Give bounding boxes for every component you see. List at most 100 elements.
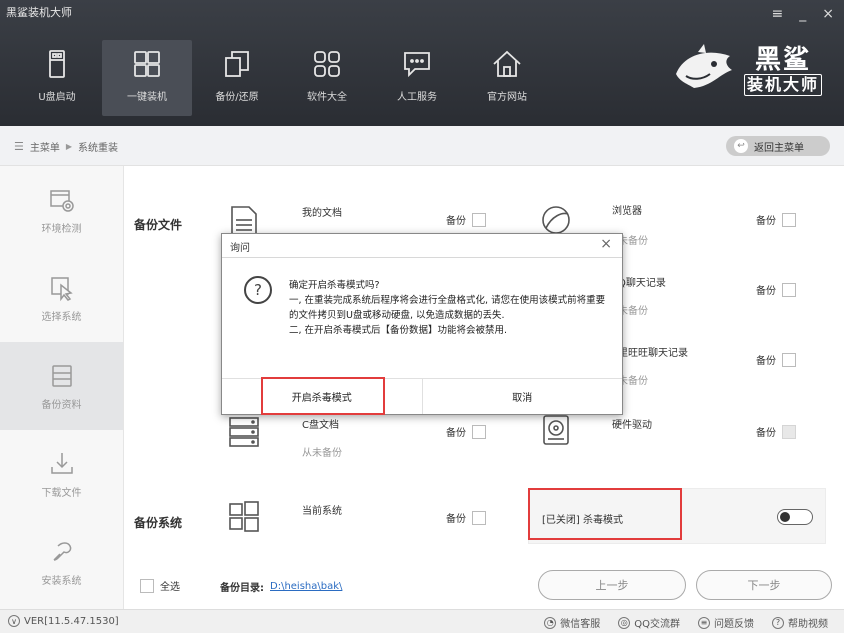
dialog-message: 确定开启杀毒模式吗? 一, 在重装完成系统后程序将会进行全盘格式化, 请您在使用… xyxy=(289,278,609,338)
wangwang-chat-checkbox[interactable] xyxy=(782,352,796,367)
brand-subtitle: 装机大师 xyxy=(743,74,822,96)
step-label: 安装系统 xyxy=(41,575,82,587)
breadcrumb: ☰ 主菜单 ▶ 系统重装 xyxy=(14,139,118,154)
hard-drive-icon xyxy=(543,415,569,445)
close-icon[interactable]: × xyxy=(822,6,834,22)
step-label: 备份资料 xyxy=(41,399,82,411)
link-label: QQ交流群 xyxy=(634,619,680,630)
backup-dir-link[interactable]: D:\heisha\bak\ xyxy=(270,581,342,592)
step-env-check[interactable]: 环境检测 xyxy=(0,166,123,254)
dialog-line-3: 二, 在开启杀毒模式后【备份数据】功能将会被禁用. xyxy=(289,325,508,336)
c-drive-docs-title: C盘文档 xyxy=(302,420,339,431)
feedback-icon: ≡ xyxy=(698,616,710,629)
nav-label: 软件大全 xyxy=(307,92,347,103)
backup-data-icon xyxy=(51,364,72,387)
link-label: 问题反馈 xyxy=(714,619,754,630)
apps-grid-icon xyxy=(314,51,340,77)
step-sidebar: 环境检测 选择系统 备份资料 下载文件 安装系统 xyxy=(0,166,124,609)
dialog-close-icon[interactable]: × xyxy=(600,236,612,252)
dialog-line-2: 一, 在重装完成系统后程序将会进行全盘格式化, 请您在使用该模式前将重要的文件拷… xyxy=(289,295,606,321)
dialog-title: 询问 xyxy=(230,243,250,254)
current-system-checkbox[interactable] xyxy=(472,510,486,525)
next-button[interactable]: 下一步 xyxy=(696,570,832,600)
step-label: 选择系统 xyxy=(41,311,82,323)
my-documents-backup: 备份 xyxy=(446,212,486,227)
highlight-antivirus xyxy=(528,488,682,540)
step-select-system[interactable]: 选择系统 xyxy=(0,254,123,342)
breadcrumb-bar: ☰ 主菜单 ▶ 系统重装 ↩ 返回主菜单 xyxy=(0,126,844,166)
backup-files-label: 备份文件 xyxy=(134,218,183,232)
windows-system-icon xyxy=(229,501,259,532)
nav-manual-service[interactable]: 人工服务 xyxy=(372,40,462,116)
step-install[interactable]: 安装系统 xyxy=(0,518,123,606)
backup-label: 备份 xyxy=(756,286,776,297)
my-documents-checkbox[interactable] xyxy=(472,212,486,227)
qq-icon: ◎ xyxy=(618,616,631,629)
backup-label: 备份 xyxy=(446,428,466,439)
backup-label: 备份 xyxy=(446,514,466,525)
nav-one-click-install[interactable]: 一键装机 xyxy=(102,40,192,116)
qq-chat-checkbox[interactable] xyxy=(782,282,796,297)
wechat-support-link[interactable]: ◔ 微信客服 xyxy=(544,615,600,630)
menu-icon[interactable]: ≡ xyxy=(772,6,784,22)
help-icon: ? xyxy=(772,616,784,629)
nav-backup-restore[interactable]: 备份/还原 xyxy=(192,40,282,116)
c-drive-docs-checkbox[interactable] xyxy=(472,424,486,439)
backup-dir-label: 备份目录: xyxy=(220,583,264,594)
help-video-link[interactable]: ? 帮助视频 xyxy=(772,615,828,630)
toggle-knob xyxy=(780,512,790,522)
nav-label: U盘启动 xyxy=(38,92,76,103)
cancel-button[interactable]: 取消 xyxy=(421,379,623,414)
highlight-confirm xyxy=(261,377,385,415)
version-info: ∨ VER[11.5.47.1530] xyxy=(8,615,119,627)
c-drive-docs-status: 从未备份 xyxy=(302,448,342,459)
shark-logo-icon xyxy=(675,44,732,88)
prev-button[interactable]: 上一步 xyxy=(538,570,686,600)
qq-chat-title: Q聊天记录 xyxy=(618,278,666,289)
nav-label: 备份/还原 xyxy=(215,92,259,103)
breadcrumb-root[interactable]: 主菜单 xyxy=(30,139,60,154)
c-drive-docs-backup: 备份 xyxy=(446,424,486,439)
hardware-drivers-checkbox[interactable] xyxy=(782,424,796,439)
brand-text: 黑鲨 装机大师 xyxy=(743,46,822,96)
backup-system-label: 备份系统 xyxy=(134,516,183,530)
dialog-header: 询问 × xyxy=(222,234,622,258)
backup-restore-icon xyxy=(225,51,249,77)
minimize-icon[interactable]: _ xyxy=(799,6,806,22)
back-arrow-icon: ↩ xyxy=(734,139,748,153)
nav-label: 一键装机 xyxy=(127,92,167,103)
step-download[interactable]: 下载文件 xyxy=(0,430,123,518)
back-button-label: 返回主菜单 xyxy=(754,142,804,154)
chevron-down-icon: ∨ xyxy=(8,615,20,627)
browser-backup: 备份 xyxy=(756,212,796,227)
main-nav: U盘启动 一键装机 备份/还原 软件大全 人工服务 官方网站 xyxy=(12,40,552,116)
back-to-main-button[interactable]: ↩ 返回主菜单 xyxy=(726,136,830,156)
select-all[interactable]: 全选 xyxy=(140,578,180,593)
antivirus-mode-toggle[interactable] xyxy=(777,509,813,525)
link-label: 帮助视频 xyxy=(788,619,828,630)
env-check-icon xyxy=(49,189,74,212)
step-label: 环境检测 xyxy=(41,223,82,235)
breadcrumb-current: 系统重装 xyxy=(78,143,119,154)
dialog-line-1: 确定开启杀毒模式吗? xyxy=(289,280,380,291)
feedback-link[interactable]: ≡ 问题反馈 xyxy=(698,615,754,630)
breadcrumb-separator-icon: ▶ xyxy=(65,142,73,151)
step-backup-data[interactable]: 备份资料 xyxy=(0,342,123,430)
list-icon: ☰ xyxy=(14,140,24,153)
hardware-drivers-title: 硬件驱动 xyxy=(612,420,652,431)
browser-title: 浏览器 xyxy=(612,206,642,217)
my-documents-title: 我的文档 xyxy=(302,208,342,219)
nav-official-site[interactable]: 官方网站 xyxy=(462,40,552,116)
backup-label: 备份 xyxy=(446,216,466,227)
select-all-checkbox[interactable] xyxy=(140,578,154,593)
browser-checkbox[interactable] xyxy=(782,212,796,227)
nav-label: 官方网站 xyxy=(487,92,527,103)
select-system-icon xyxy=(50,276,73,301)
nav-software[interactable]: 软件大全 xyxy=(282,40,372,116)
backup-directory: 备份目录: D:\heisha\bak\ xyxy=(220,579,342,594)
backup-label: 备份 xyxy=(756,216,776,227)
chat-service-icon xyxy=(404,52,430,78)
status-bar: ∨ VER[11.5.47.1530] ◔ 微信客服 ◎ QQ交流群 ≡ 问题反馈 ?… xyxy=(0,609,844,633)
nav-usb-boot[interactable]: U盘启动 xyxy=(12,40,102,116)
qq-group-link[interactable]: ◎ QQ交流群 xyxy=(618,615,680,630)
